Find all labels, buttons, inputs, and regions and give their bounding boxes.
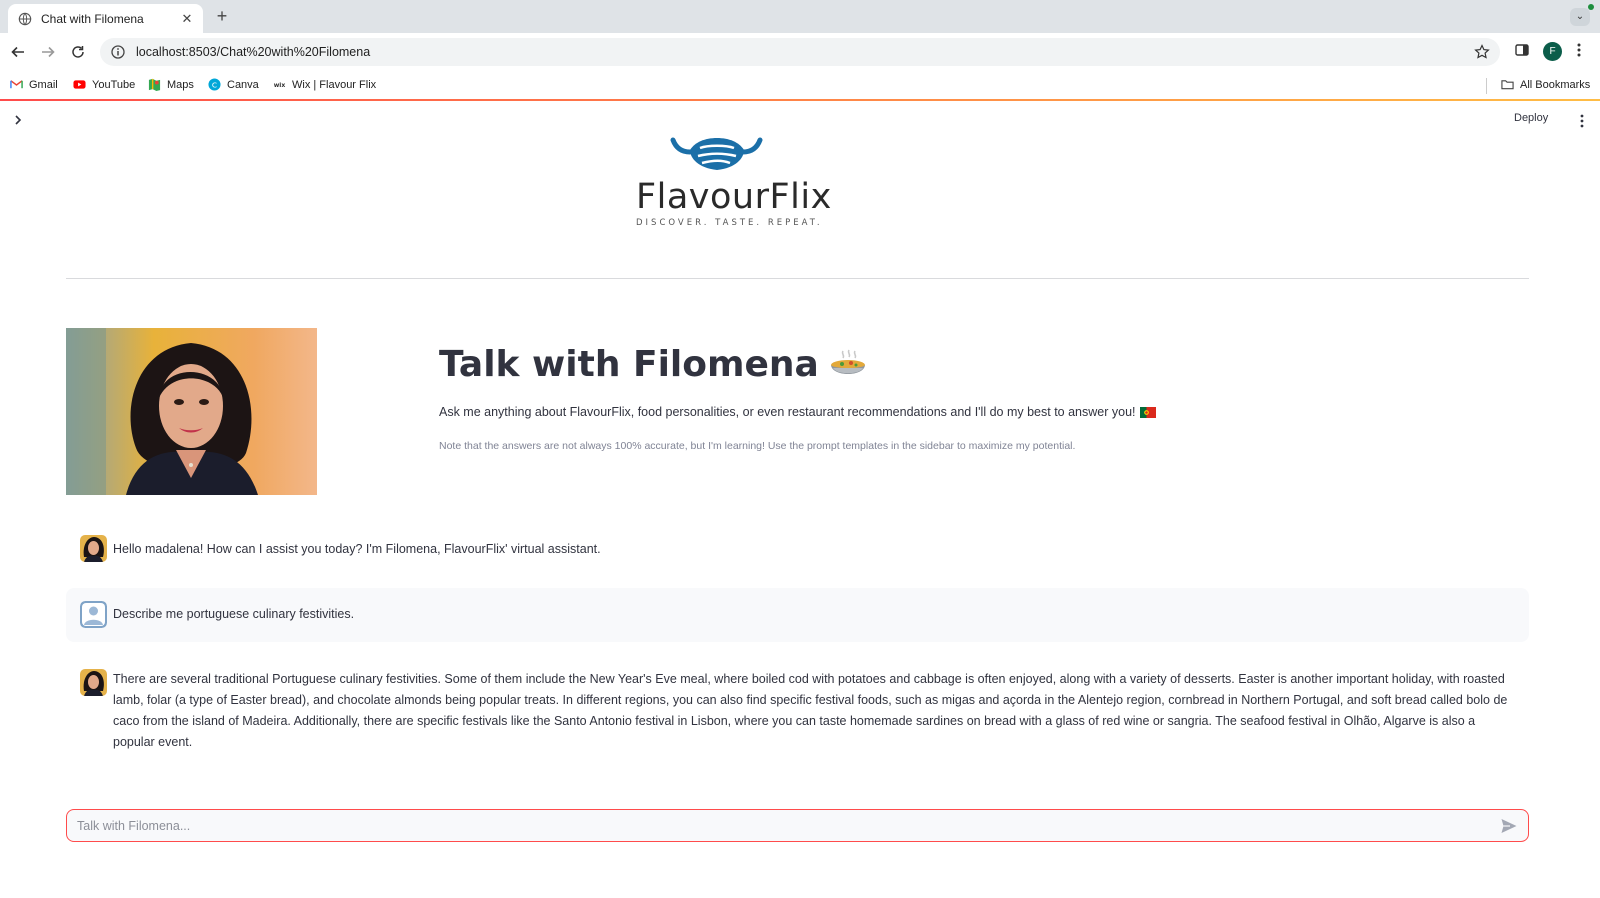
folder-icon	[1501, 80, 1514, 90]
back-button[interactable]	[7, 41, 29, 63]
bookmark-label: Wix | Flavour Flix	[292, 78, 377, 91]
bookmark-canva[interactable]: C Canva	[208, 78, 259, 91]
page-title-text: Talk with Filomena	[439, 344, 819, 385]
svg-text:wix: wix	[274, 82, 286, 89]
browser-tab[interactable]: Chat with Filomena ✕	[8, 4, 203, 33]
address-bar[interactable]: localhost:8503/Chat%20with%20Filomena	[100, 38, 1500, 66]
bookmarks-divider	[1486, 78, 1487, 94]
bookmark-label: YouTube	[92, 78, 136, 91]
arrow-left-icon	[11, 46, 24, 58]
bookmarks-bar: Gmail YouTube Maps C Canva wix Wix | Fla…	[0, 70, 1600, 100]
bookmark-maps[interactable]: Maps	[148, 78, 194, 91]
youtube-icon	[73, 80, 86, 89]
bookmark-label: Maps	[167, 78, 194, 91]
section-divider	[66, 278, 1529, 279]
bookmark-wix[interactable]: wix Wix | Flavour Flix	[273, 78, 376, 91]
chat-message-user: Describe me portuguese culinary festivit…	[66, 588, 1529, 642]
bookmark-youtube[interactable]: YouTube	[73, 78, 135, 91]
browser-tab-bar: Chat with Filomena ✕ + ⌄	[0, 0, 1600, 33]
tab-title: Chat with Filomena	[41, 11, 144, 26]
side-panel-icon[interactable]	[1514, 42, 1530, 58]
url-text[interactable]: localhost:8503/Chat%20with%20Filomena	[136, 45, 1474, 59]
send-icon[interactable]	[1500, 817, 1518, 835]
assistant-avatar	[80, 669, 107, 696]
subtitle-text: Ask me anything about FlavourFlix, food …	[439, 405, 1136, 419]
portugal-flag-icon	[1139, 406, 1156, 418]
canva-icon: C	[208, 78, 221, 91]
app-header-accent-line	[0, 99, 1600, 101]
stew-bowl-icon	[830, 349, 865, 374]
svg-text:C: C	[212, 80, 217, 89]
new-tab-button[interactable]: +	[212, 6, 232, 27]
globe-icon	[18, 12, 32, 25]
deploy-button[interactable]: Deploy	[1514, 112, 1548, 124]
chat-input-container	[66, 809, 1529, 842]
logo-wordmark: FlavourFlix	[636, 177, 832, 217]
chat-message-assistant: Hello madalena! How can I assist you tod…	[66, 532, 1529, 566]
all-bookmarks-label: All Bookmarks	[1520, 78, 1591, 91]
accuracy-note: Note that the answers are not always 100…	[439, 440, 1076, 452]
all-bookmarks-button[interactable]: All Bookmarks	[1501, 78, 1590, 91]
reload-icon	[72, 46, 84, 58]
wix-icon: wix	[274, 82, 286, 89]
bookmark-gmail[interactable]: Gmail	[10, 78, 58, 91]
main-menu-icon[interactable]	[1576, 113, 1588, 129]
forward-button[interactable]	[37, 41, 59, 63]
chat-message-assistant: There are several traditional Portuguese…	[66, 666, 1529, 756]
site-info-icon[interactable]	[110, 44, 126, 60]
browser-menu-icon[interactable]	[1576, 42, 1582, 58]
gmail-icon	[10, 80, 23, 89]
profile-avatar[interactable]: F	[1543, 42, 1562, 61]
logo-tagline: DISCOVER. TASTE. REPEAT.	[636, 218, 823, 228]
user-avatar-icon	[80, 601, 107, 628]
message-text: Hello madalena! How can I assist you tod…	[113, 542, 601, 556]
chat-input[interactable]	[77, 818, 1500, 833]
assistant-avatar	[80, 535, 107, 562]
bookmark-label: Gmail	[29, 78, 58, 91]
reload-button[interactable]	[67, 41, 89, 63]
arrow-right-icon	[42, 46, 55, 58]
tab-search-button[interactable]: ⌄	[1570, 8, 1590, 26]
filomena-portrait-image	[66, 328, 317, 495]
page-subtitle: Ask me anything about FlavourFlix, food …	[439, 405, 1156, 419]
message-text: Describe me portuguese culinary festivit…	[113, 607, 355, 621]
browser-toolbar: localhost:8503/Chat%20with%20Filomena F	[0, 33, 1600, 70]
bookmark-star-icon[interactable]	[1474, 44, 1490, 60]
maps-icon	[148, 78, 161, 91]
sidebar-expand-chevron-icon[interactable]	[10, 112, 26, 128]
update-dot-icon	[1588, 4, 1594, 10]
bookmark-label: Canva	[227, 78, 259, 91]
message-text: There are several traditional Portuguese…	[113, 672, 1508, 749]
close-tab-icon[interactable]: ✕	[179, 11, 195, 27]
page-title: Talk with Filomena	[439, 344, 867, 385]
